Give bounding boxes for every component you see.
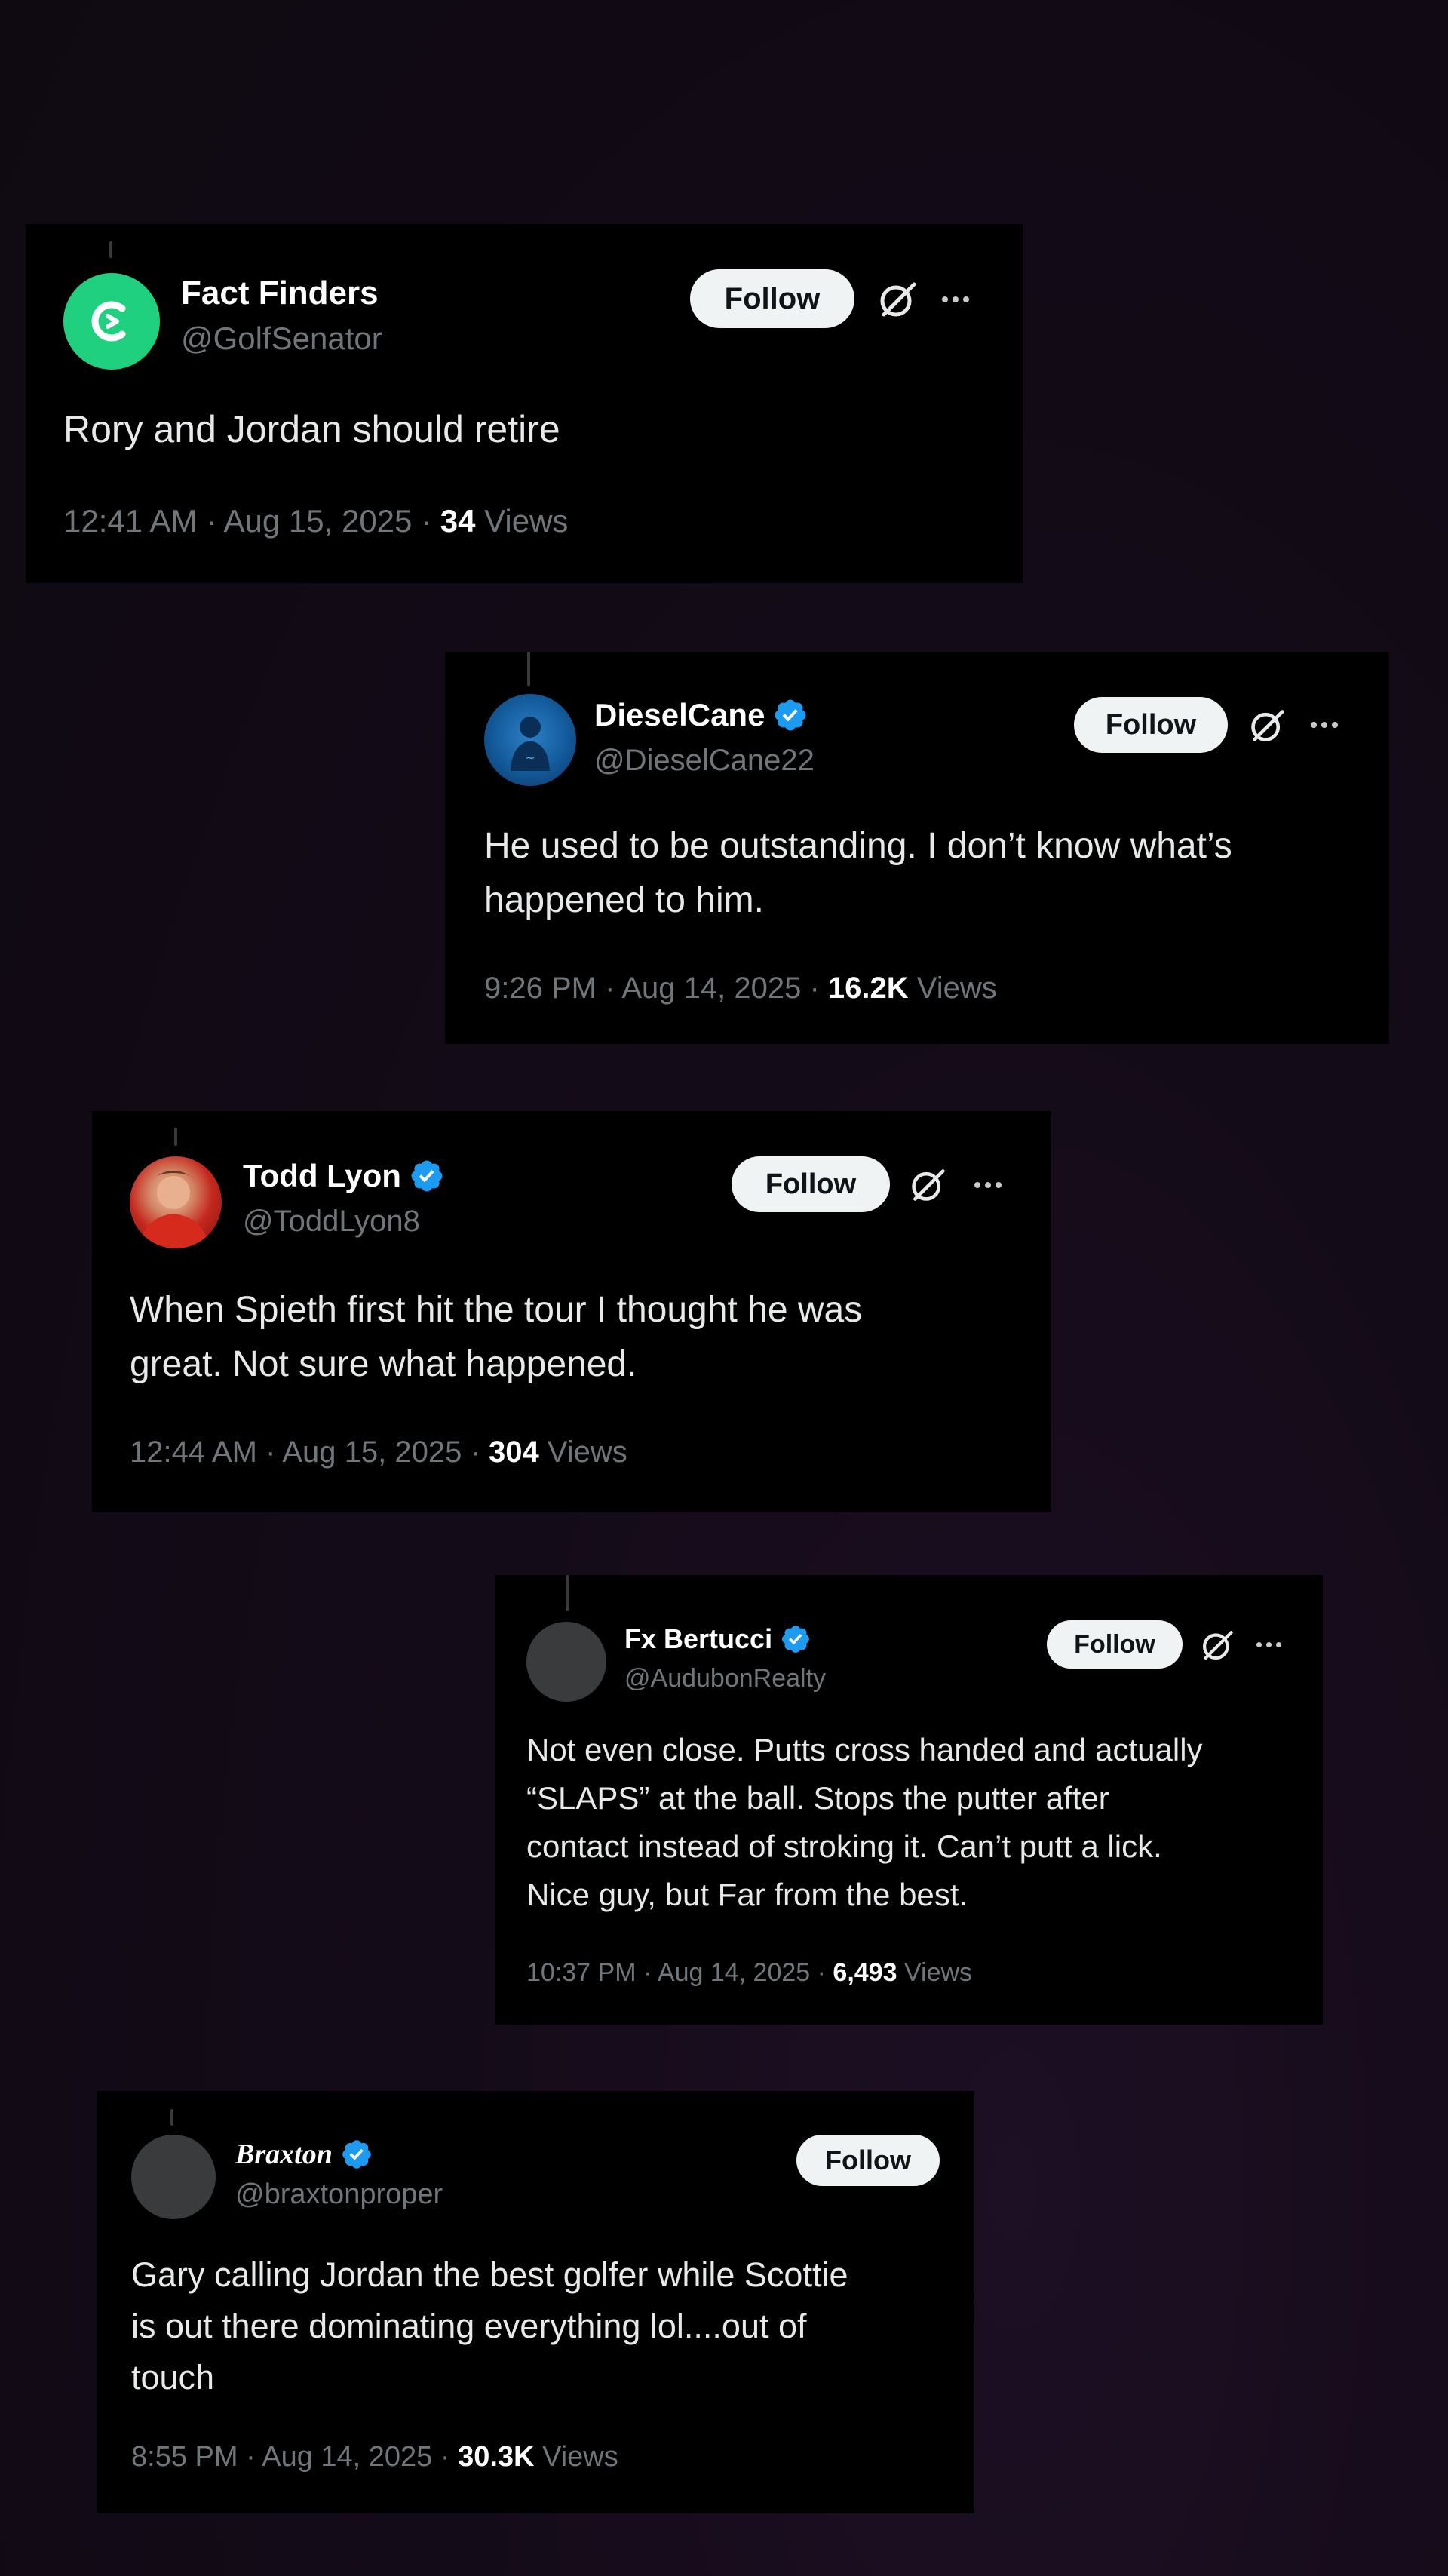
tweet-card[interactable]: ~ DieselCane @DieselCane22 Follow He use… bbox=[445, 652, 1389, 1044]
tweet-text: When Spieth first hit the tour I thought… bbox=[130, 1290, 863, 1384]
tweet-meta: 9:26 PM · Aug 14, 2025 · 16.2K Views bbox=[484, 972, 997, 1005]
tweet-text: Not even close. Putts cross handed and a… bbox=[526, 1732, 1203, 1912]
author-row: DieselCane bbox=[594, 695, 808, 735]
avatar[interactable] bbox=[131, 2135, 216, 2219]
tweet-time[interactable]: 8:55 PM bbox=[131, 2441, 238, 2473]
tweet-card[interactable]: Fact Finders @GolfSenator Follow Rory an… bbox=[26, 224, 1023, 583]
tweet-time[interactable]: 12:41 AM bbox=[63, 503, 197, 539]
handle[interactable]: @braxtonproper bbox=[235, 2178, 443, 2211]
author-row: Fx Bertucci bbox=[624, 1622, 811, 1656]
avatar[interactable] bbox=[130, 1156, 222, 1248]
handle[interactable]: @ToddLyon8 bbox=[243, 1205, 420, 1239]
handle[interactable]: @AudubonRealty bbox=[624, 1664, 826, 1693]
views-label: Views bbox=[916, 972, 997, 1005]
thread-line bbox=[566, 1575, 569, 1611]
tweet-text: He used to be outstanding. I don’t know … bbox=[484, 826, 1232, 920]
tweet-date[interactable]: Aug 15, 2025 bbox=[224, 503, 413, 539]
display-name[interactable]: Fact Finders bbox=[181, 275, 379, 312]
fact-finders-logo-icon bbox=[91, 301, 126, 342]
more-icon[interactable] bbox=[974, 1182, 1002, 1188]
avatar[interactable] bbox=[526, 1622, 606, 1702]
grok-icon[interactable] bbox=[1249, 708, 1285, 744]
display-name[interactable]: Todd Lyon bbox=[243, 1158, 401, 1194]
tweet-date[interactable]: Aug 14, 2025 bbox=[621, 972, 801, 1005]
tweet-meta: 8:55 PM · Aug 14, 2025 · 30.3K Views bbox=[131, 2441, 618, 2473]
thread-line bbox=[174, 1128, 177, 1146]
tweet-meta: 10:37 PM · Aug 14, 2025 · 6,493 Views bbox=[526, 1958, 973, 1987]
views-count: 6,493 bbox=[833, 1958, 897, 1987]
follow-button[interactable]: Follow bbox=[690, 269, 854, 328]
verified-badge-icon bbox=[342, 2140, 371, 2169]
tweet-date[interactable]: Aug 15, 2025 bbox=[282, 1435, 462, 1469]
views-label: Views bbox=[542, 2441, 618, 2473]
thread-line bbox=[109, 241, 112, 258]
grok-icon[interactable] bbox=[878, 280, 917, 319]
verified-badge-icon bbox=[411, 1160, 443, 1192]
verified-badge-icon bbox=[775, 699, 806, 731]
person-silhouette-icon: ~ bbox=[511, 717, 550, 771]
tweet-date[interactable]: Aug 14, 2025 bbox=[262, 2441, 432, 2473]
author-row: Braxton bbox=[235, 2136, 373, 2172]
tweet-meta: 12:44 AM · Aug 15, 2025 · 304 Views bbox=[130, 1435, 627, 1469]
handle[interactable]: @DieselCane22 bbox=[594, 744, 814, 778]
profile-photo-icon bbox=[137, 1171, 211, 1248]
tweet-text: Rory and Jordan should retire bbox=[63, 408, 560, 450]
author-row: Fact Finders bbox=[181, 274, 379, 313]
more-icon[interactable] bbox=[1256, 1642, 1281, 1647]
tweet-meta: 12:41 AM · Aug 15, 2025 · 34 Views bbox=[63, 503, 569, 539]
views-count: 34 bbox=[440, 503, 476, 539]
thread-line bbox=[170, 2109, 173, 2126]
views-label: Views bbox=[547, 1435, 627, 1469]
tweet-text: Gary calling Jordan the best golfer whil… bbox=[131, 2255, 848, 2396]
views-label: Views bbox=[484, 503, 569, 539]
grok-icon[interactable] bbox=[1201, 1629, 1234, 1662]
author-row: Todd Lyon bbox=[243, 1156, 445, 1196]
tweet-card[interactable]: Fx Bertucci @AudubonRealty Follow Not ev… bbox=[495, 1575, 1323, 2025]
verified-badge-icon bbox=[782, 1626, 810, 1653]
views-count: 16.2K bbox=[827, 972, 909, 1005]
views-label: Views bbox=[903, 1958, 973, 1987]
thread-line bbox=[527, 652, 530, 686]
follow-button[interactable]: Follow bbox=[732, 1156, 890, 1212]
avatar[interactable] bbox=[63, 273, 160, 370]
follow-button[interactable]: Follow bbox=[796, 2135, 940, 2186]
more-icon[interactable] bbox=[1311, 722, 1338, 728]
views-count: 304 bbox=[488, 1435, 539, 1469]
display-name[interactable]: DieselCane bbox=[594, 697, 765, 733]
display-name[interactable]: Braxton bbox=[235, 2138, 333, 2171]
avatar[interactable]: ~ bbox=[484, 694, 576, 786]
handle[interactable]: @GolfSenator bbox=[181, 321, 382, 357]
follow-button[interactable]: Follow bbox=[1047, 1620, 1183, 1669]
tweet-card[interactable]: Todd Lyon @ToddLyon8 Follow When Spieth … bbox=[92, 1111, 1051, 1512]
display-name[interactable]: Fx Bertucci bbox=[624, 1623, 772, 1655]
tweet-time[interactable]: 12:44 AM bbox=[130, 1435, 257, 1469]
follow-button[interactable]: Follow bbox=[1074, 697, 1228, 753]
tweet-time[interactable]: 10:37 PM bbox=[526, 1958, 637, 1987]
views-count: 30.3K bbox=[458, 2441, 535, 2473]
tweet-time[interactable]: 9:26 PM bbox=[484, 972, 597, 1005]
tweet-card[interactable]: Braxton @braxtonproper Follow Gary calli… bbox=[97, 2091, 974, 2513]
tweet-date[interactable]: Aug 14, 2025 bbox=[658, 1958, 810, 1987]
grok-icon[interactable] bbox=[910, 1167, 946, 1203]
svg-text:~: ~ bbox=[525, 751, 535, 765]
more-icon[interactable] bbox=[942, 296, 969, 302]
